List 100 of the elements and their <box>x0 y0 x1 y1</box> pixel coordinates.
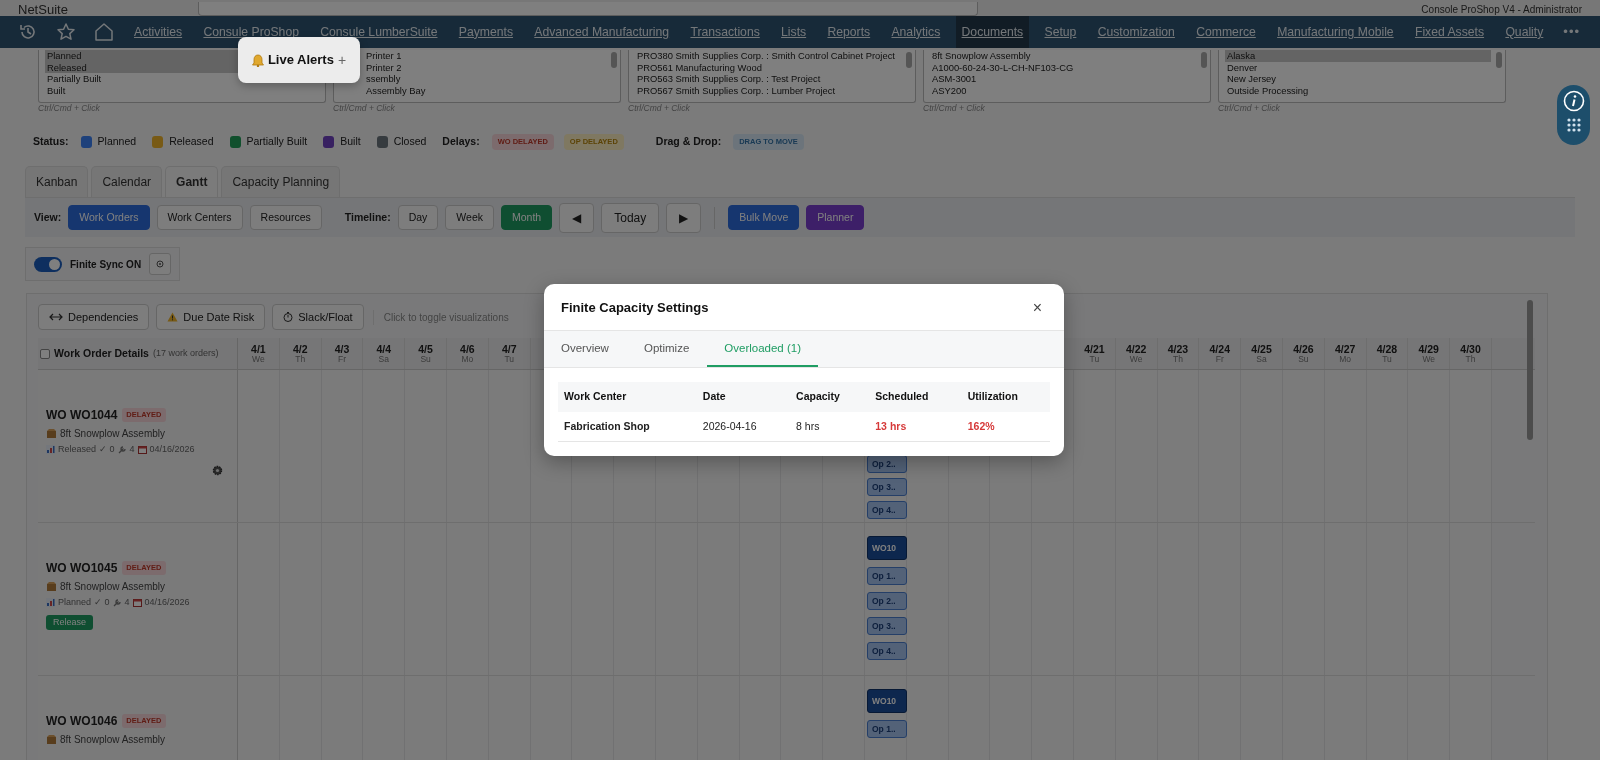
scrollbar-thumb[interactable] <box>611 52 617 68</box>
day-date: 4/1 <box>251 343 266 355</box>
list-option[interactable]: A1000-60-24-30-L-CH-NF103-CG <box>930 61 1196 73</box>
list-option[interactable]: Printer 1 <box>364 50 606 62</box>
list-option[interactable]: Assembly Bay <box>364 84 606 96</box>
view-tab[interactable]: Kanban <box>25 166 89 197</box>
nav-menu-item[interactable]: Setup <box>1038 16 1083 48</box>
nav-menu-item[interactable]: Advanced Manufacturing <box>528 16 676 48</box>
list-option[interactable]: ssembly <box>364 73 606 85</box>
visualization-button[interactable]: Slack/Float <box>272 303 364 331</box>
live-alerts-button[interactable]: Live Alerts + <box>238 37 360 83</box>
select-all-checkbox[interactable] <box>40 348 50 359</box>
list-option[interactable]: Alaska <box>1225 50 1491 62</box>
list-option[interactable]: New Jersey <box>1225 73 1491 85</box>
operation-bar[interactable]: Op 4.. <box>867 642 907 660</box>
next-button[interactable]: ▶ <box>666 202 702 233</box>
calendar-icon <box>132 598 142 608</box>
visualization-button[interactable]: Dependencies <box>38 303 150 331</box>
multi-select-list[interactable]: 8ft Snowplow Assembly A1000-60-24-30-L-CH-NF103-CG ASM-3001 ASY200 <box>923 50 1211 103</box>
nav-menu-item[interactable]: Payments <box>452 16 519 48</box>
day-weekday: Th <box>1173 354 1183 364</box>
nav-menu-item[interactable]: Manufacturing Mobile <box>1271 16 1400 48</box>
release-button[interactable]: Release <box>46 614 94 630</box>
dialog-tab[interactable]: Overloaded (1) <box>707 330 819 367</box>
home-icon[interactable] <box>94 22 114 42</box>
scrollbar-thumb[interactable] <box>1496 52 1502 68</box>
list-option[interactable]: 8ft Snowplow Assembly <box>930 50 1196 62</box>
day-date: 4/6 <box>460 343 475 355</box>
list-option[interactable]: Outside Processing <box>1225 84 1491 96</box>
dialog-tab[interactable]: Optimize <box>643 330 707 367</box>
action-button[interactable]: Planner <box>806 204 865 231</box>
nav-menu-item[interactable]: Transactions <box>684 16 766 48</box>
work-order-title: WO WO1045 <box>46 560 118 577</box>
close-button[interactable]: × <box>1028 299 1046 316</box>
operation-bar[interactable]: Op 1.. <box>867 720 907 738</box>
scrollbar-thumb[interactable] <box>906 52 912 68</box>
settings-button[interactable] <box>149 253 172 275</box>
list-option[interactable]: PRO567 Smith Supplies Corp. : Lumber Project <box>635 84 901 96</box>
more-menu-button[interactable]: ••• <box>1563 16 1580 48</box>
info-icon[interactable] <box>1562 90 1585 112</box>
operation-bar[interactable]: Op 1.. <box>867 567 907 585</box>
nav-menu-item[interactable]: Quality <box>1499 16 1550 48</box>
nav-menu-item[interactable]: Lists <box>775 16 813 48</box>
view-button[interactable]: Work Orders <box>68 204 150 231</box>
timeline-button[interactable]: Day <box>397 204 439 231</box>
table-cell: 2026-04-16 <box>696 411 791 442</box>
nav-menu-item[interactable]: Fixed Assets <box>1408 16 1491 48</box>
nav-menu-item[interactable]: Analytics <box>885 16 947 48</box>
grid-icon[interactable] <box>1565 117 1582 133</box>
view-button[interactable]: Resources <box>249 204 322 231</box>
view-button[interactable]: Work Centers <box>156 204 243 231</box>
nav-menu-item[interactable]: Activities <box>128 16 189 48</box>
scrollbar-thumb[interactable] <box>1201 52 1207 68</box>
dialog-tab[interactable]: Overview <box>561 330 626 367</box>
day-date: 4/26 <box>1293 343 1314 355</box>
list-option[interactable]: Denver <box>1225 61 1491 73</box>
nav-menu-item[interactable]: Commerce <box>1190 16 1262 48</box>
list-option[interactable]: ASY200 <box>930 84 1196 96</box>
status-label: Built <box>340 134 361 150</box>
operation-bar[interactable]: Op 2.. <box>867 592 907 610</box>
product-name: 8ft Snowplow Assembly <box>60 580 166 594</box>
view-tab[interactable]: Capacity Planning <box>221 166 341 197</box>
timeline-button[interactable]: Week <box>445 204 494 231</box>
multi-select-list[interactable]: PRO380 Smith Supplies Corp. : Smith Control Cabinet Project PRO561 Manufacturing Wood PRO563 Smith Supplies Corp. : Test Project PRO567 Smith Supplies Corp. : Lumber Project <box>628 50 916 103</box>
status-label: Partially Built <box>246 134 308 150</box>
list-option[interactable]: PRO380 Smith Supplies Corp. : Smith Control Cabinet Project <box>635 50 901 62</box>
previous-button[interactable]: ◀ <box>559 202 595 233</box>
list-option[interactable]: PRO563 Smith Supplies Corp. : Test Project <box>635 73 901 85</box>
list-option[interactable]: PRO561 Manufacturing Wood <box>635 61 901 73</box>
list-option[interactable]: ASM-3001 <box>930 73 1196 85</box>
day-date: 4/27 <box>1334 343 1356 355</box>
multi-select-list[interactable]: Alaska Denver New Jersey Outside Processing <box>1218 50 1506 103</box>
toggle-switch[interactable] <box>34 256 62 272</box>
column-header: Scheduled <box>869 381 962 412</box>
work-order-bar[interactable]: WO10 <box>867 536 907 560</box>
day-weekday: We <box>1422 354 1436 364</box>
table-cell: 162% <box>961 411 1050 442</box>
operation-bar[interactable]: Op 3.. <box>867 478 907 496</box>
nav-menu-item[interactable]: Reports <box>821 16 877 48</box>
search-field[interactable] <box>197 2 978 16</box>
view-tab[interactable]: Gantt <box>165 166 219 197</box>
star-icon[interactable] <box>56 22 76 42</box>
operation-bar[interactable]: Op 4.. <box>867 501 907 519</box>
action-button[interactable]: Bulk Move <box>728 204 800 231</box>
nav-menu-item[interactable]: Customization <box>1091 16 1181 48</box>
operation-bar[interactable]: Op 3.. <box>867 617 907 635</box>
scrollbar-thumb[interactable] <box>1527 300 1533 440</box>
timeline-button[interactable]: Month <box>501 204 553 231</box>
operation-count: 4 <box>124 596 130 609</box>
visualization-button[interactable]: Due Date Risk <box>156 303 266 331</box>
status-label: Closed <box>393 134 427 150</box>
nav-menu-item[interactable]: Documents <box>955 16 1030 48</box>
list-option[interactable]: Printer 2 <box>364 61 606 73</box>
gear-icon[interactable] <box>212 464 223 476</box>
history-icon[interactable] <box>18 22 38 42</box>
column-header: Utilization <box>961 381 1050 412</box>
work-order-bar[interactable]: WO10 <box>867 689 907 713</box>
view-tab[interactable]: Calendar <box>91 166 163 197</box>
today-button[interactable]: Today <box>601 202 660 233</box>
list-option[interactable]: Built <box>45 84 311 96</box>
